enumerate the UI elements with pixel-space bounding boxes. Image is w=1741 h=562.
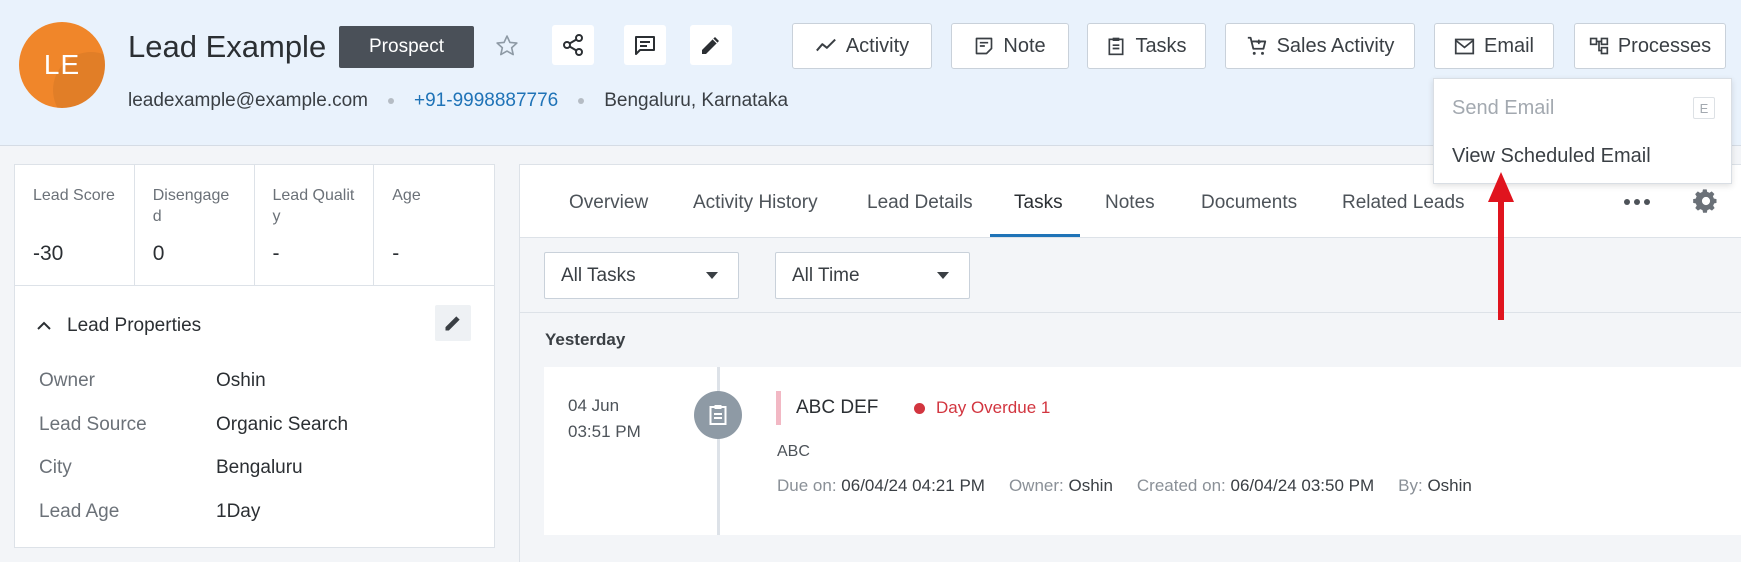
overdue-dot <box>914 402 925 414</box>
view-scheduled-email-item[interactable]: View Scheduled Email <box>1452 145 1651 168</box>
task-created-by: By: Oshin <box>1398 476 1472 495</box>
task-group-label: Yesterday <box>545 330 626 349</box>
tab-activity-history[interactable]: Activity History <box>693 192 818 214</box>
lead-properties-toggle[interactable]: Lead Properties <box>35 315 201 337</box>
task-item[interactable]: 04 Jun 03:51 PM ABC DEF Day Overdue 1 AB… <box>544 367 1741 535</box>
task-meta: Due on: 06/04/24 04:21 PM Owner: Oshin C… <box>777 476 1472 496</box>
metric-age: Age - <box>392 187 421 265</box>
task-datetime: 04 Jun 03:51 PM <box>568 396 641 441</box>
metric-lead-score: Lead Score -30 <box>15 165 135 285</box>
metric-lead-quality: Lead Quality - <box>255 165 375 285</box>
chevron-up-icon <box>37 321 51 330</box>
stage-badge[interactable]: Prospect <box>339 26 474 68</box>
note-icon <box>976 37 993 55</box>
email-dropdown-menu: Send Email E View Scheduled Email <box>1433 78 1732 184</box>
lead-email[interactable]: leadexample@example.com <box>128 90 368 112</box>
comment-icon[interactable] <box>624 25 666 65</box>
task-clipboard-icon <box>694 391 742 439</box>
more-options-icon[interactable] <box>1624 199 1650 205</box>
task-owner: Owner: Oshin <box>1008 476 1113 495</box>
contact-info: leadexample@example.com +91-9998887776 B… <box>128 90 788 112</box>
email-button[interactable]: Email <box>1434 23 1554 69</box>
tab-notes[interactable]: Notes <box>1105 192 1155 214</box>
clipboard-icon <box>1108 37 1124 56</box>
send-email-item[interactable]: Send Email <box>1452 97 1554 120</box>
caret-down-icon <box>937 272 949 279</box>
task-type-select[interactable]: All Tasks <box>544 252 739 299</box>
lead-summary-panel: Lead Score -30 Disengaged 0 Lead Quality… <box>14 164 495 548</box>
activity-button[interactable]: Activity <box>792 23 932 69</box>
tab-documents[interactable]: Documents <box>1201 192 1297 214</box>
activity-icon <box>815 38 836 52</box>
gear-icon[interactable] <box>1692 187 1720 220</box>
task-status: Day Overdue 1 <box>914 398 1050 418</box>
annotation-arrow <box>1488 172 1514 320</box>
property-row: City Bengaluru <box>39 457 303 478</box>
note-button[interactable]: Note <box>951 23 1069 69</box>
task-due: Due on: 06/04/24 04:21 PM <box>777 476 985 495</box>
edit-icon[interactable] <box>690 25 732 65</box>
sales-activity-button[interactable]: Sales Activity <box>1225 23 1415 69</box>
priority-bar <box>776 391 781 425</box>
send-email-shortcut: E <box>1693 97 1715 119</box>
lead-detail-main: Overview Activity History Lead Details T… <box>519 164 1741 562</box>
property-row: Owner Oshin <box>39 370 266 391</box>
lead-properties-title: Lead Properties <box>67 315 202 336</box>
tab-related-leads[interactable]: Related Leads <box>1342 192 1465 214</box>
lead-location: Bengaluru, Karnataka <box>604 90 789 111</box>
metric-disengaged: Disengaged 0 <box>135 165 255 285</box>
edit-properties-button[interactable] <box>435 305 471 341</box>
task-description: ABC <box>777 443 810 460</box>
lead-name: Lead Example <box>128 29 327 64</box>
active-tab-indicator <box>990 234 1080 237</box>
separator-dot <box>388 98 395 104</box>
property-row: Lead Age 1Day <box>39 501 261 522</box>
lead-phone[interactable]: +91-9998887776 <box>414 90 558 112</box>
caret-down-icon <box>706 272 718 279</box>
avatar: LE <box>19 22 105 108</box>
pencil-icon <box>445 316 460 331</box>
processes-icon <box>1589 37 1608 55</box>
tab-lead-details[interactable]: Lead Details <box>867 192 973 214</box>
property-row: Lead Source Organic Search <box>39 414 349 435</box>
processes-button[interactable]: Processes <box>1574 23 1726 69</box>
separator-dot <box>578 98 585 104</box>
task-created: Created on: 06/04/24 03:50 PM <box>1136 476 1375 495</box>
mail-icon <box>1454 38 1475 54</box>
lead-metrics: Lead Score -30 Disengaged 0 Lead Quality… <box>15 165 494 286</box>
tasks-button[interactable]: Tasks <box>1087 23 1206 69</box>
time-range-select[interactable]: All Time <box>775 252 970 299</box>
task-filters: All Tasks All Time <box>520 238 1741 313</box>
cart-icon <box>1247 36 1266 55</box>
star-icon[interactable] <box>491 30 523 62</box>
tab-overview[interactable]: Overview <box>569 192 648 214</box>
share-icon[interactable] <box>552 25 594 65</box>
tab-tasks[interactable]: Tasks <box>1014 192 1063 214</box>
task-title[interactable]: ABC DEF <box>796 397 878 419</box>
